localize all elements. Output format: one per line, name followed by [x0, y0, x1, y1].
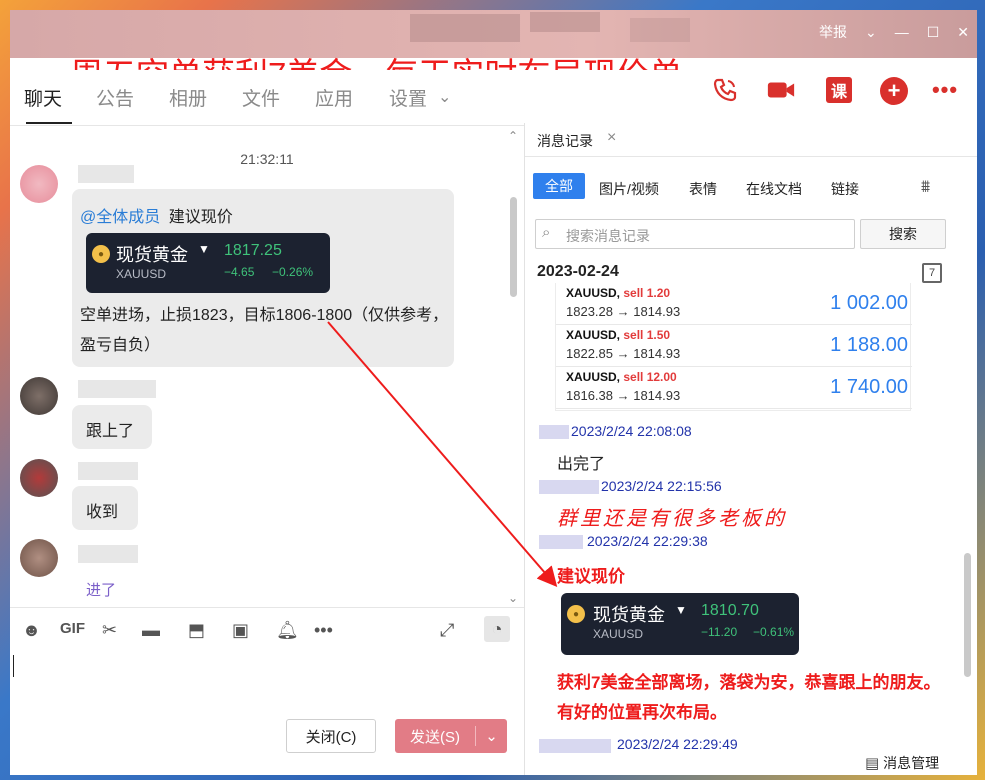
annotation-arrow — [327, 321, 558, 588]
chat-window: 举报 ⌄ — ☐ ✕ 周五空单获利7美金，每天实时布局现价单 聊天 公告 相册 … — [10, 10, 977, 775]
